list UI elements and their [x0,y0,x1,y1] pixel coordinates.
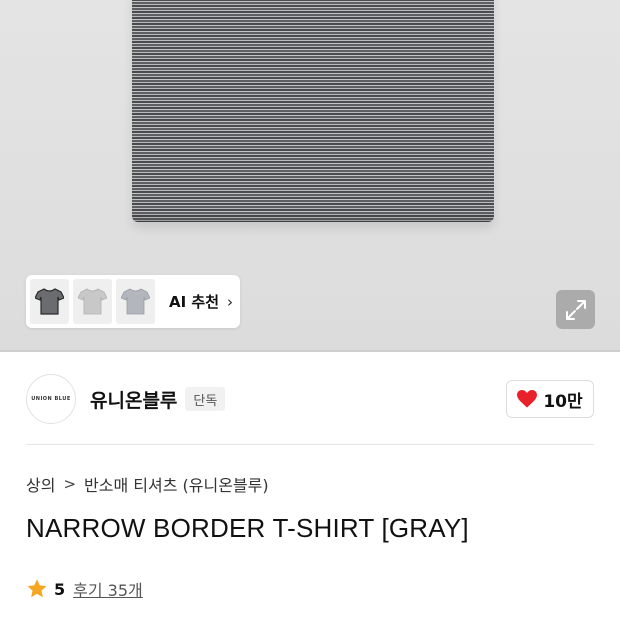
recommendation-thumbnail[interactable] [73,279,112,324]
expand-icon [565,299,586,320]
brand-logo[interactable]: UNION BLUE [26,374,76,424]
heart-icon [517,390,538,408]
image-divider [0,350,620,352]
product-image-area[interactable]: AI 추천 › [0,0,620,352]
tshirt-icon [78,288,107,315]
recommendation-thumbnail[interactable] [116,279,155,324]
star-icon [27,579,47,598]
ai-recommendation-card[interactable]: AI 추천 › [26,275,240,328]
brand-row: UNION BLUE 유니온블루 단독 10만 [26,374,594,424]
ai-recommendation-link[interactable]: AI 추천 › [169,291,233,312]
exclusive-badge: 단독 [185,387,226,411]
brand-name[interactable]: 유니온블루 [90,386,177,413]
breadcrumb-item-category[interactable]: 상의 [26,472,55,496]
breadcrumb-item-subcategory[interactable]: 반소매 티셔츠 (유니온블루) [84,472,269,496]
review-count-link[interactable]: 후기 35개 [73,577,143,601]
section-divider [26,444,594,445]
chevron-right-icon: > [63,475,77,493]
rating-score: 5 [54,579,66,599]
product-image [132,0,494,222]
expand-image-button[interactable] [556,290,595,329]
tshirt-icon [121,288,150,315]
product-title: NARROW BORDER T-SHIRT [GRAY] [26,513,469,543]
like-count: 10만 [543,391,583,412]
breadcrumb: 상의 > 반소매 티셔츠 (유니온블루) [26,472,269,496]
like-button[interactable]: 10만 [506,380,594,418]
chevron-right-icon: › [227,292,234,311]
tshirt-icon [35,288,64,315]
brand-logo-text: UNION BLUE [31,396,71,402]
ai-recommendation-label: AI 추천 [169,293,220,311]
rating-row: 5 후기 35개 [26,577,143,601]
recommendation-thumbnail[interactable] [30,279,69,324]
